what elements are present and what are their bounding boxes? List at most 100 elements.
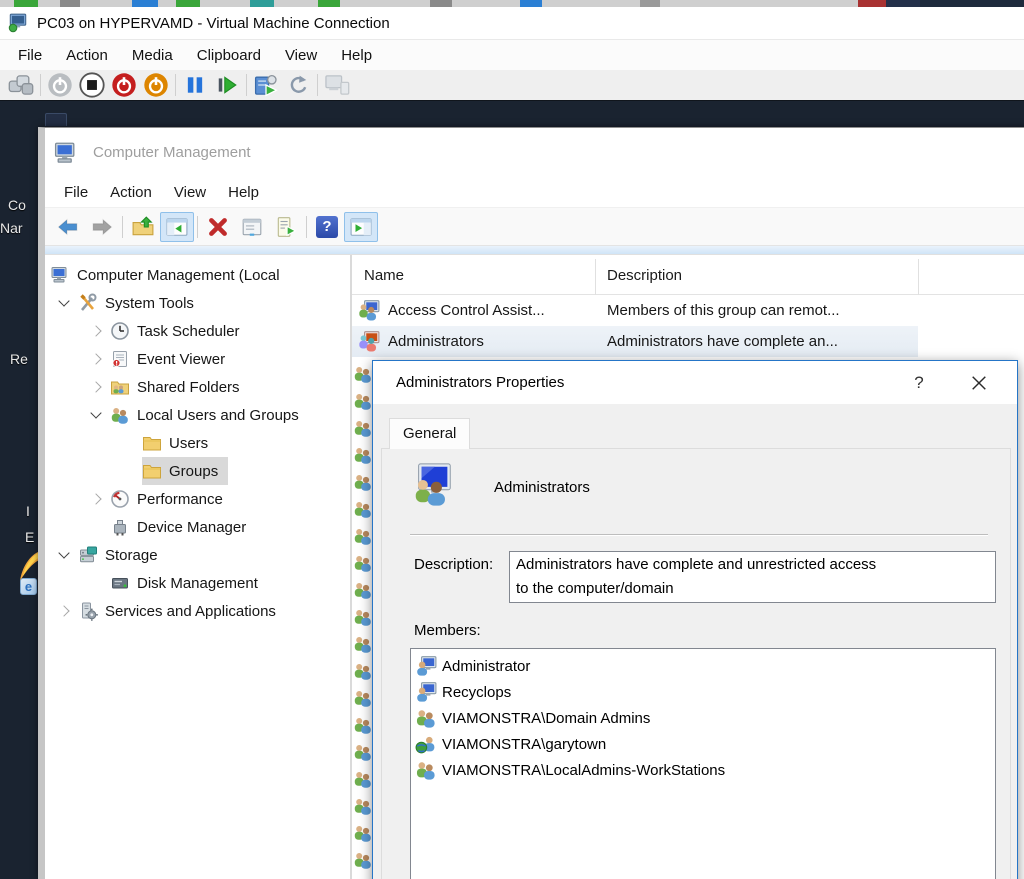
members-listbox[interactable]: Administrator Recyclops VIAMONSTRA\Domai…: [410, 648, 996, 879]
cm-toolbar: ?: [45, 208, 1024, 246]
administrators-group-icon: [410, 461, 456, 507]
forward-button[interactable]: [85, 212, 119, 242]
vm-menu-media[interactable]: Media: [120, 43, 185, 68]
tree-item-task-scheduler[interactable]: Task Scheduler: [45, 317, 350, 345]
tree-item-groups[interactable]: Groups: [45, 457, 350, 485]
group-icon: [353, 715, 373, 735]
vm-menu-view[interactable]: View: [273, 43, 329, 68]
cm-menu-action[interactable]: Action: [99, 181, 163, 204]
cm-menu-file[interactable]: File: [53, 181, 99, 204]
stop-button[interactable]: [76, 72, 108, 99]
tree-item-storage[interactable]: Storage: [45, 541, 350, 569]
up-one-level-button[interactable]: [126, 212, 160, 242]
properties-button[interactable]: [235, 212, 269, 242]
dialog-help-button[interactable]: ?: [897, 373, 941, 393]
tree-item-label: Disk Management: [137, 575, 258, 592]
tree-item-local-users-and-groups[interactable]: Local Users and Groups: [45, 401, 350, 429]
tab-general[interactable]: General: [389, 418, 470, 449]
group-icon: [353, 769, 373, 789]
forward-arrow-icon: [91, 216, 113, 238]
tree-item-event-viewer[interactable]: Event Viewer: [45, 345, 350, 373]
tree-item-computer-management[interactable]: Computer Management (Local: [45, 261, 350, 289]
member-row-domain-admins[interactable]: VIAMONSTRA\Domain Admins: [411, 705, 995, 731]
column-header-description[interactable]: Description: [607, 267, 682, 284]
turn-off-button[interactable]: [108, 72, 140, 99]
group-icon: [415, 759, 437, 781]
tree-item-label: Users: [169, 435, 208, 452]
occluded-row-icons: [352, 364, 374, 877]
export-list-button[interactable]: [269, 212, 303, 242]
chevron-right-icon[interactable]: [88, 491, 104, 507]
cm-menu-view[interactable]: View: [163, 181, 217, 204]
chevron-right-icon[interactable]: [88, 323, 104, 339]
member-row-garytown[interactable]: VIAMONSTRA\garytown: [411, 731, 995, 757]
show-console-tree-button[interactable]: [160, 212, 194, 242]
user-with-pc-icon: [415, 681, 437, 703]
group-icon: [353, 391, 373, 411]
tree-item-shared-folders[interactable]: Shared Folders: [45, 373, 350, 401]
tree-item-disk-management[interactable]: Disk Management: [45, 569, 350, 597]
cm-menu-help[interactable]: Help: [217, 181, 270, 204]
internet-explorer-icon[interactable]: e: [20, 578, 37, 595]
chevron-right-icon[interactable]: [88, 351, 104, 367]
description-label: Description:: [414, 556, 493, 573]
description-input[interactable]: Administrators have complete and unrestr…: [509, 551, 996, 603]
chevron-down-icon[interactable]: [56, 295, 72, 311]
vm-menu-clipboard[interactable]: Clipboard: [185, 43, 273, 68]
tree-item-system-tools[interactable]: System Tools: [45, 289, 350, 317]
ctrl-alt-del-button[interactable]: [5, 72, 37, 99]
vm-menu-help[interactable]: Help: [329, 43, 384, 68]
group-icon: [358, 330, 380, 352]
dialog-close-button[interactable]: [941, 361, 1017, 404]
administrators-properties-dialog: Administrators Properties ? General Admi…: [372, 360, 1018, 879]
show-action-pane-button[interactable]: [344, 212, 378, 242]
back-arrow-icon: [57, 216, 79, 238]
chevron-right-icon[interactable]: [88, 379, 104, 395]
column-header-name[interactable]: Name: [364, 267, 404, 284]
delete-button[interactable]: [201, 212, 235, 242]
column-separator[interactable]: [918, 259, 919, 295]
members-label: Members:: [414, 622, 481, 639]
member-row-localadmins-workstations[interactable]: VIAMONSTRA\LocalAdmins-WorkStations: [411, 757, 995, 783]
start-button[interactable]: [44, 72, 76, 99]
tree-item-label: Performance: [137, 491, 223, 508]
checkpoint-button[interactable]: [250, 72, 282, 99]
chevron-down-icon[interactable]: [56, 547, 72, 563]
resume-button[interactable]: [211, 72, 243, 99]
vm-toolbar: [0, 70, 1024, 101]
shut-down-button[interactable]: [140, 72, 172, 99]
desktop-text-fragment: Nar: [0, 220, 23, 236]
back-button[interactable]: [51, 212, 85, 242]
column-separator[interactable]: [595, 259, 596, 295]
tree-item-services-and-applications[interactable]: Services and Applications: [45, 597, 350, 625]
member-row-recyclops[interactable]: Recyclops: [411, 679, 995, 705]
tree-item-device-manager[interactable]: Device Manager: [45, 513, 350, 541]
properties-icon: [241, 216, 263, 238]
toolbar-separator: [40, 74, 41, 96]
group-icon: [353, 445, 373, 465]
tree-item-label: Device Manager: [137, 519, 246, 536]
enhanced-session-button[interactable]: [321, 72, 353, 99]
dialog-tab-strip: General: [373, 417, 1017, 448]
tree-item-users[interactable]: Users: [45, 429, 350, 457]
local-users-and-groups-icon: [110, 405, 130, 425]
event-viewer-icon: [110, 349, 130, 369]
dialog-title: Administrators Properties: [396, 374, 897, 391]
chevron-down-icon[interactable]: [88, 407, 104, 423]
pause-button[interactable]: [179, 72, 211, 99]
desktop-text-fragment: Re: [10, 351, 28, 367]
tree-item-performance[interactable]: Performance: [45, 485, 350, 513]
chevron-right-icon[interactable]: [56, 603, 72, 619]
vm-menu-file[interactable]: File: [6, 43, 54, 68]
up-folder-icon: [132, 216, 154, 238]
list-row-administrators[interactable]: Administrators Administrators have compl…: [352, 326, 918, 357]
group-icon: [353, 526, 373, 546]
help-button[interactable]: ?: [310, 212, 344, 242]
revert-button[interactable]: [282, 72, 314, 99]
users-folder-icon: [142, 433, 162, 453]
vm-menu-action[interactable]: Action: [54, 43, 120, 68]
member-name: Recyclops: [442, 684, 511, 701]
member-row-administrator[interactable]: Administrator: [411, 653, 995, 679]
list-row-access-control-assistance[interactable]: Access Control Assist... Members of this…: [352, 295, 1024, 326]
toolbar-separator: [317, 74, 318, 96]
